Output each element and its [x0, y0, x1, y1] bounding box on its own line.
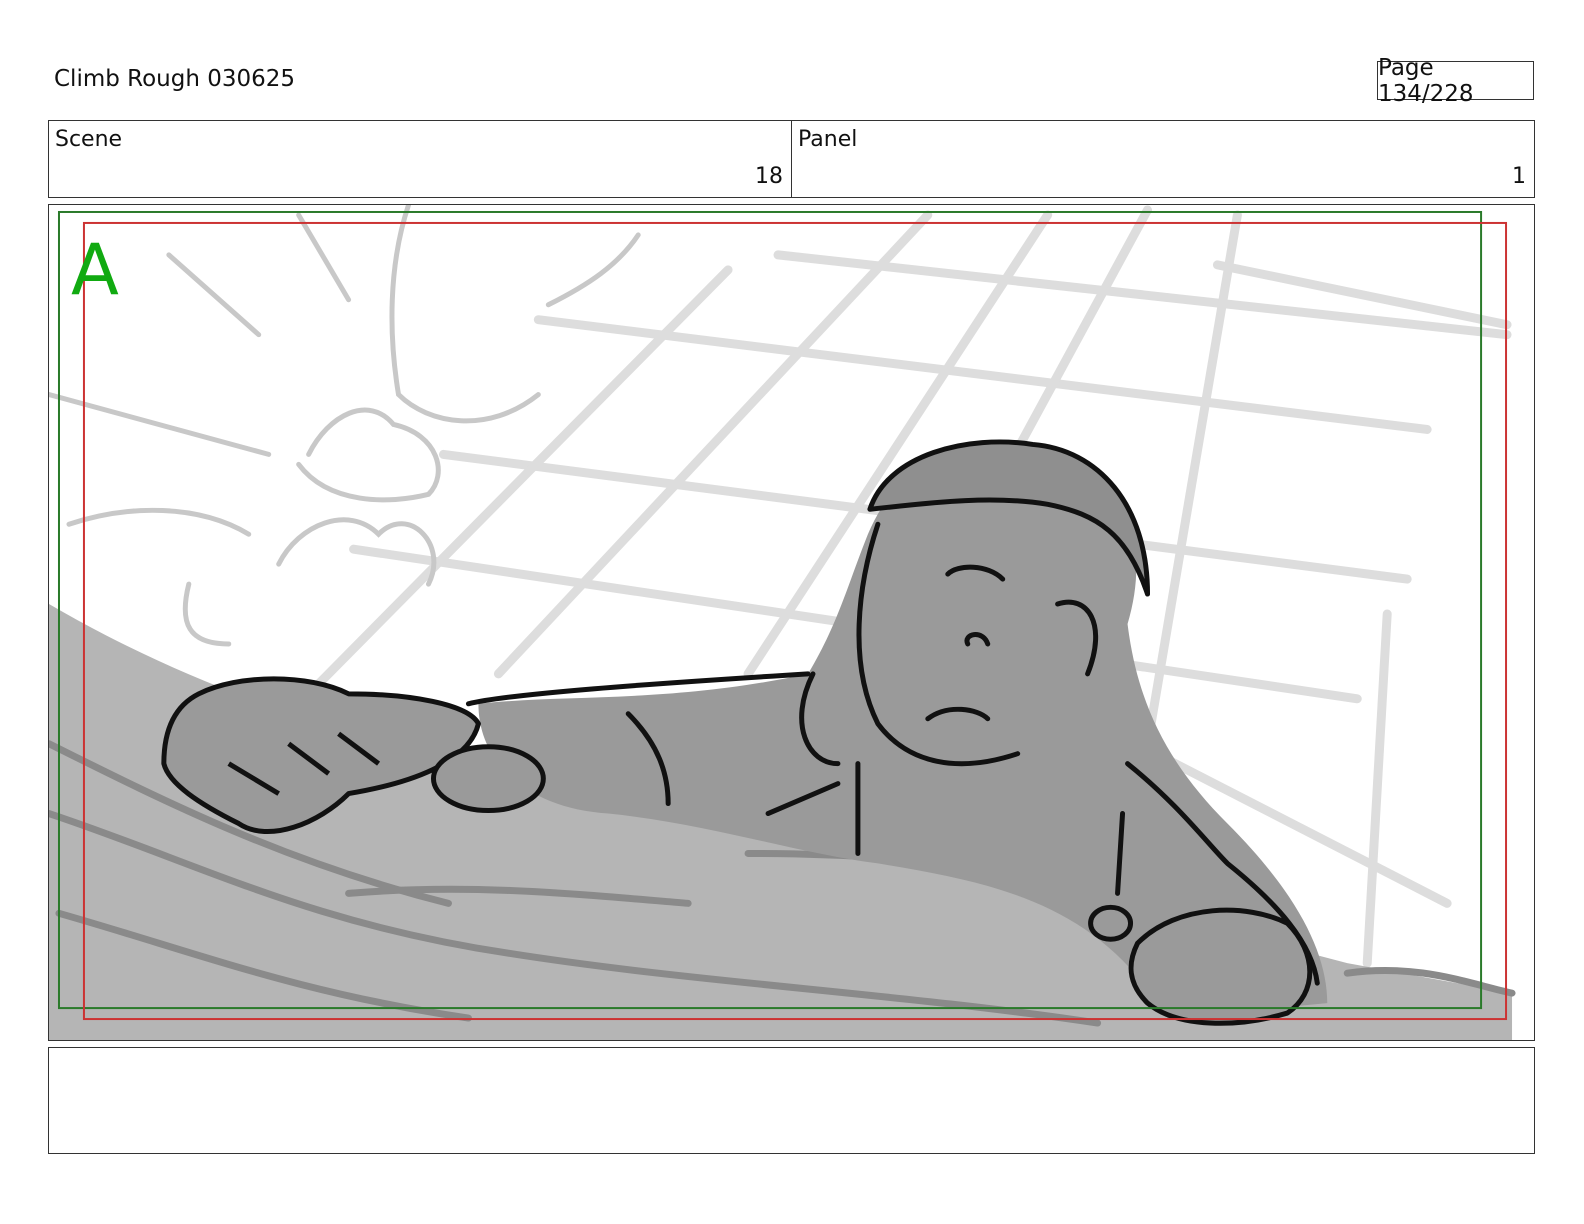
panel-cell: Panel 1 — [791, 121, 1534, 197]
scene-value: 18 — [755, 164, 783, 189]
scene-cell: Scene 18 — [49, 121, 791, 197]
panel-value: 1 — [1512, 164, 1526, 189]
scene-label: Scene — [55, 127, 123, 152]
page-number: Page 134/228 — [1377, 55, 1534, 107]
document-title: Climb Rough 030625 — [54, 66, 296, 92]
storyboard-panel: A — [48, 204, 1535, 1041]
panel-letter: A — [71, 229, 119, 311]
scene-panel-row: Scene 18 Panel 1 — [48, 120, 1535, 198]
panel-label: Panel — [798, 127, 858, 152]
panel-drawing — [49, 205, 1516, 1040]
notes-box — [48, 1047, 1535, 1154]
